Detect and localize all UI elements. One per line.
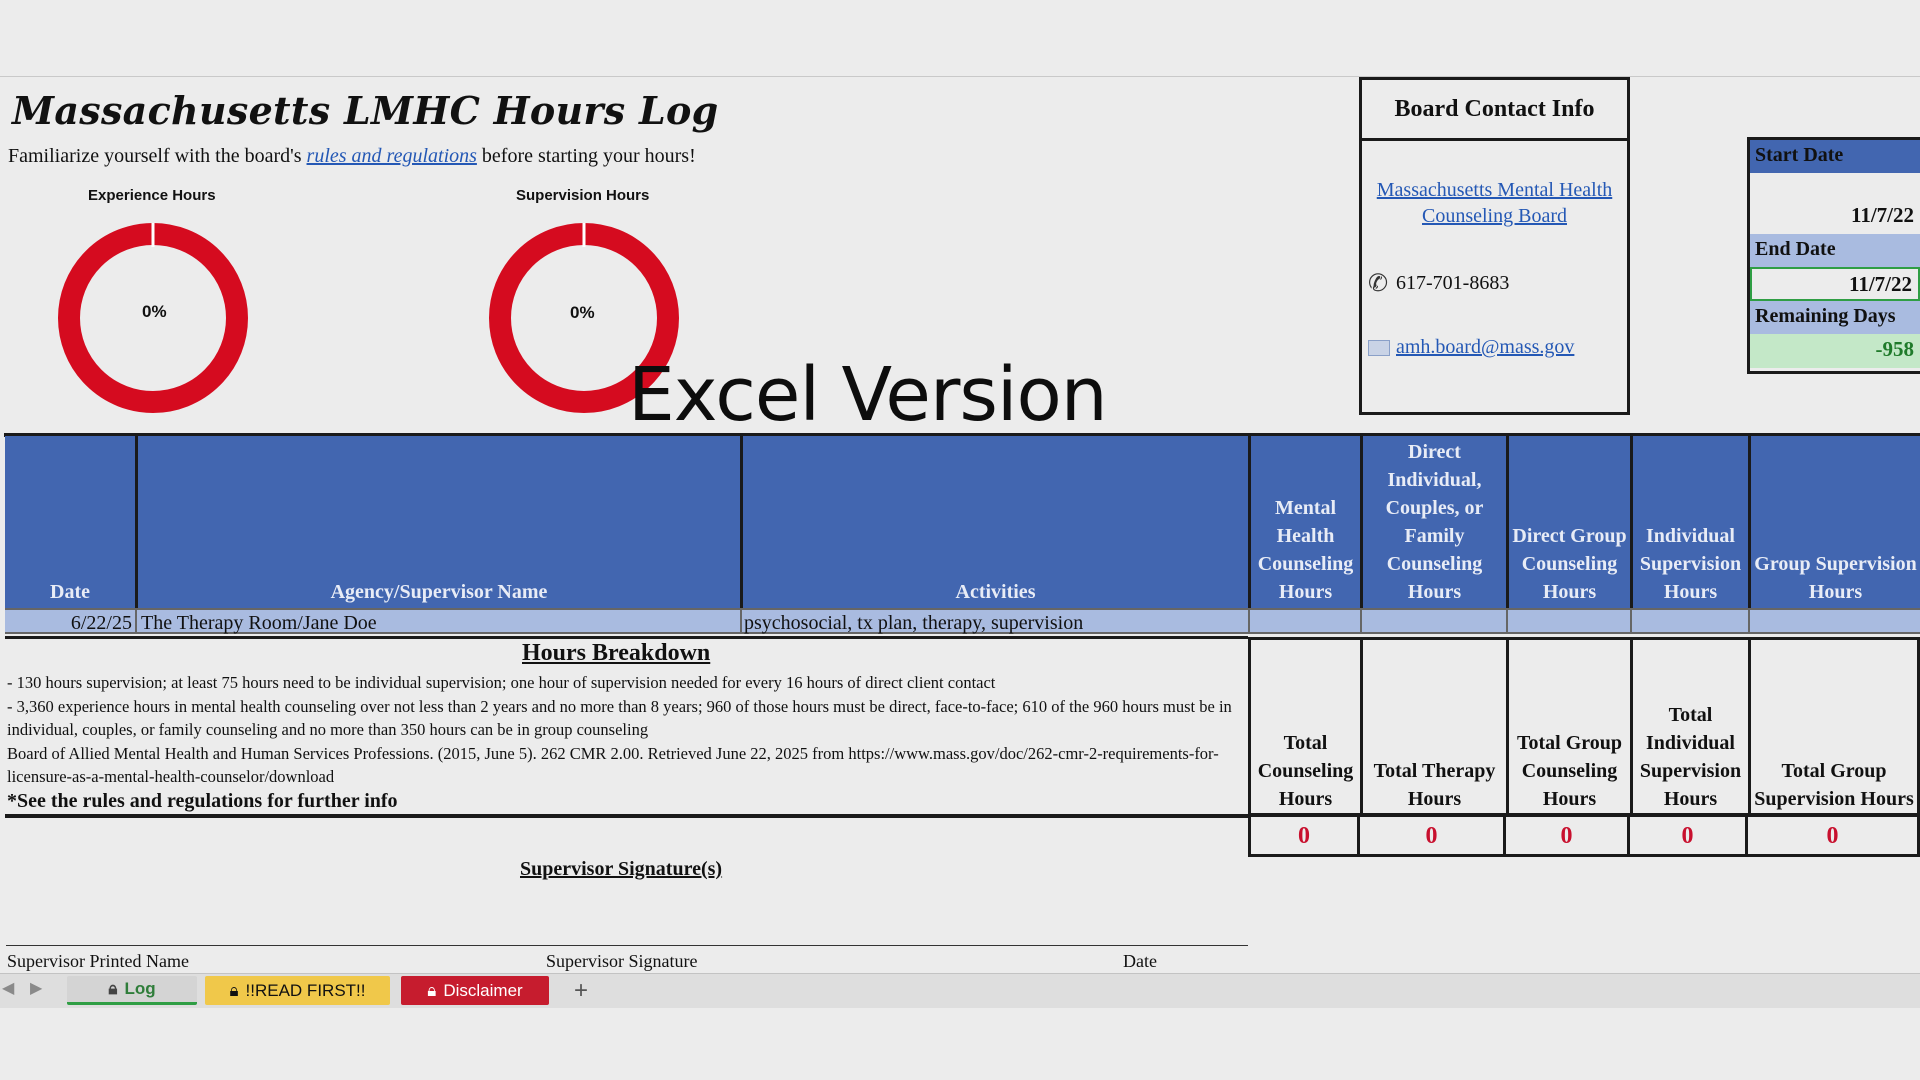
- col-header-agency[interactable]: Agency/Supervisor Name: [135, 436, 740, 608]
- lock-icon: 🔒︎: [229, 980, 239, 1000]
- subtitle-after: before starting your hours!: [476, 145, 696, 167]
- col-header-group-supervision[interactable]: Group Supervision Hours: [1748, 436, 1920, 608]
- tab-log[interactable]: 🔒︎ Log: [67, 976, 197, 1005]
- table-row-cell-direct-ind[interactable]: [1360, 608, 1506, 634]
- email-row: amh.board@mass.gov: [1368, 336, 1627, 359]
- breakdown-line-2: - 3,360 experience hours in mental healt…: [7, 696, 1232, 740]
- lock-icon: 🔒︎: [427, 980, 437, 1000]
- remaining-days-label: Remaining Days: [1750, 301, 1920, 334]
- total-group-supervision-value: 0: [1748, 817, 1920, 857]
- subtitle: Familiarize yourself with the board's ru…: [8, 145, 696, 168]
- end-date-label: End Date: [1750, 234, 1920, 267]
- supervision-percent: 0%: [570, 303, 595, 322]
- breakdown-text: - 130 hours supervision; at least 75 hou…: [7, 671, 1242, 789]
- signature-title: Supervisor Signature(s): [520, 858, 723, 880]
- col-header-direct-group[interactable]: Direct Group Counseling Hours: [1506, 436, 1630, 608]
- tab-log-label: Log: [124, 979, 156, 998]
- total-individual-supervision-value: 0: [1630, 817, 1748, 857]
- tab-scroll-left-icon[interactable]: ◀: [2, 978, 14, 998]
- start-date-value[interactable]: 11/7/22: [1750, 173, 1920, 234]
- dates-panel: Start Date 11/7/22 End Date 11/7/22 Rema…: [1747, 137, 1920, 374]
- experience-percent: 0%: [142, 302, 167, 321]
- table-row-cell-direct-group[interactable]: [1506, 608, 1630, 634]
- breakdown-citation: Board of Allied Mental Health and Human …: [7, 743, 1219, 787]
- add-sheet-button[interactable]: +: [565, 976, 597, 1005]
- phone-row: ✆ 617-701-8683: [1368, 269, 1627, 298]
- experience-chart-title: Experience Hours: [88, 187, 216, 204]
- table-row-agency[interactable]: The Therapy Room/Jane Doe: [135, 608, 740, 634]
- total-therapy-label: Total Therapy Hours: [1360, 637, 1506, 817]
- board-link[interactable]: Massachusetts Mental Health Counseling B…: [1362, 177, 1627, 229]
- col-header-date[interactable]: Date: [5, 436, 135, 608]
- total-group-supervision-label: Total Group Supervision Hours: [1748, 637, 1920, 817]
- total-counseling-label: Total Counseling Hours: [1248, 637, 1360, 817]
- excel-version-overlay: Excel Version: [628, 352, 1108, 438]
- breakdown-line-1: - 130 hours supervision; at least 75 hou…: [7, 673, 996, 692]
- signature-label: Supervisor Signature: [546, 951, 698, 971]
- printed-name-label: Supervisor Printed Name: [7, 951, 189, 971]
- total-therapy-value: 0: [1360, 817, 1506, 857]
- lock-icon: 🔒︎: [108, 979, 118, 998]
- table-row-activities[interactable]: psychosocial, tx plan, therapy, supervis…: [740, 608, 1248, 634]
- col-header-individual-supervision[interactable]: Individual Supervision Hours: [1630, 436, 1748, 608]
- total-group-counseling-label: Total Group Counseling Hours: [1506, 637, 1630, 817]
- email-link[interactable]: amh.board@mass.gov: [1396, 336, 1574, 359]
- tab-scroll-right-icon[interactable]: ▶: [30, 978, 42, 998]
- col-header-direct-individual[interactable]: Direct Individual, Couples, or Family Co…: [1360, 436, 1506, 608]
- subtitle-before: Familiarize yourself with the board's: [8, 145, 307, 167]
- tab-disclaimer-label: Disclaimer: [443, 980, 523, 1000]
- table-row-cell-group-sup[interactable]: [1748, 608, 1920, 634]
- phone-icon: ✆: [1368, 271, 1389, 297]
- table-row-cell-mh[interactable]: [1248, 608, 1360, 634]
- end-date-value[interactable]: 11/7/22: [1750, 267, 1920, 301]
- table-row-date[interactable]: 6/22/25: [5, 608, 135, 634]
- signature-date-label: Date: [1123, 951, 1157, 971]
- total-individual-supervision-label: Total Individual Supervision Hours: [1630, 637, 1748, 817]
- board-contact-box: Board Contact Info Massachusetts Mental …: [1359, 77, 1630, 415]
- tab-disclaimer[interactable]: 🔒︎ Disclaimer: [401, 976, 549, 1005]
- tab-read-first-label: !!READ FIRST!!: [245, 980, 366, 1000]
- col-header-mh-counseling[interactable]: Mental Health Counseling Hours: [1248, 436, 1360, 608]
- start-date-label: Start Date: [1750, 140, 1920, 173]
- breakdown-title: Hours Breakdown: [522, 640, 711, 666]
- col-header-activities[interactable]: Activities: [740, 436, 1248, 608]
- table-row-cell-ind-sup[interactable]: [1630, 608, 1748, 634]
- tab-read-first[interactable]: 🔒︎ !!READ FIRST!!: [205, 976, 390, 1005]
- breakdown-note: *See the rules and regulations for furth…: [7, 790, 398, 812]
- contact-title: Board Contact Info: [1362, 80, 1627, 141]
- rules-link[interactable]: rules and regulations: [307, 145, 477, 167]
- remaining-days-value: -958: [1750, 334, 1920, 368]
- phone-number: 617-701-8683: [1396, 272, 1510, 294]
- total-counseling-value: 0: [1248, 817, 1360, 857]
- supervision-chart-title: Supervision Hours: [516, 187, 650, 204]
- total-group-counseling-value: 0: [1506, 817, 1630, 857]
- page-title: Massachusetts LMHC Hours Log: [12, 88, 719, 133]
- email-icon: [1368, 339, 1390, 356]
- signature-line: [6, 945, 1248, 946]
